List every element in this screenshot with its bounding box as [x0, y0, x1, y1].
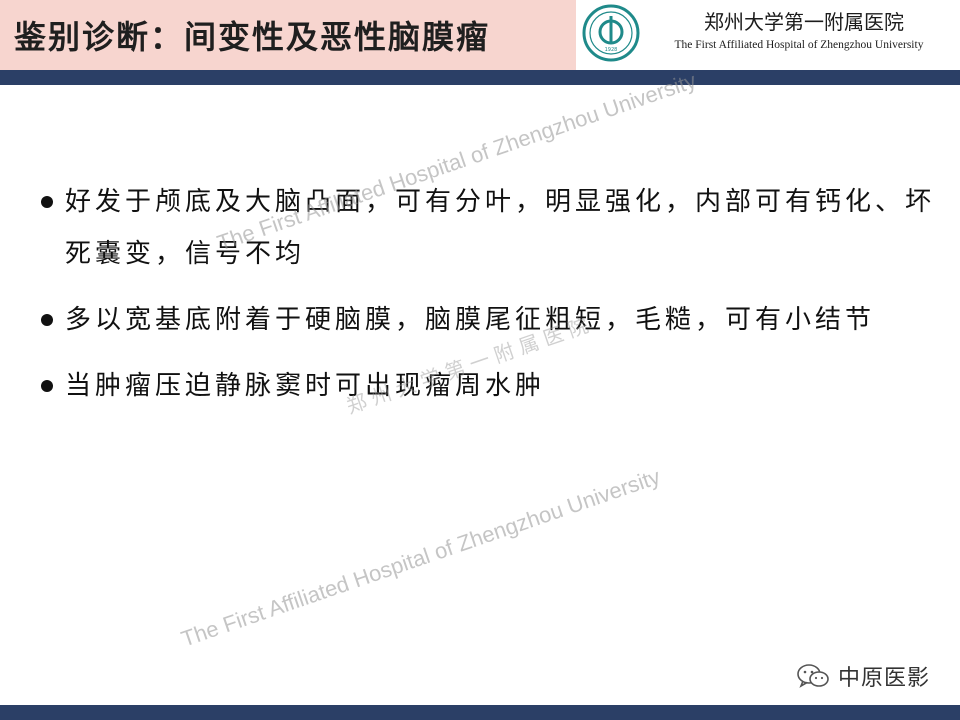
watermark-en-lower: The First Affiliated Hospital of Zhengzh… — [178, 463, 664, 652]
slide-title: 鉴别诊断：间变性及恶性脑膜瘤 — [14, 18, 491, 56]
header-divider-bar — [0, 70, 960, 85]
bullet-item: 多以宽基底附着于硬脑膜，脑膜尾征粗短，毛糙，可有小结节 — [40, 294, 940, 346]
hospital-logo: 1928 郑州大学第一附属医院 The First Affiliated Hos… — [576, 0, 960, 70]
bullet-dot-icon — [41, 314, 53, 326]
source-badge: 中原医影 — [796, 660, 930, 692]
bullet-dot-icon — [41, 196, 53, 208]
wechat-icon — [797, 664, 829, 688]
bullet-list: 好发于颅底及大脑凸面，可有分叶，明显强化，内部可有钙化、坏死囊变，信号不均 多以… — [40, 176, 940, 426]
seal-year: 1928 — [605, 47, 618, 53]
bullet-item: 好发于颅底及大脑凸面，可有分叶，明显强化，内部可有钙化、坏死囊变，信号不均 — [40, 176, 940, 280]
bullet-text: 好发于颅底及大脑凸面，可有分叶，明显强化，内部可有钙化、坏死囊变，信号不均 — [65, 187, 936, 269]
bullet-text: 多以宽基底附着于硬脑膜，脑膜尾征粗短，毛糙，可有小结节 — [65, 305, 876, 335]
hospital-name-en: The First Affiliated Hospital of Zhengzh… — [674, 39, 924, 51]
hospital-seal-icon: 1928 — [582, 4, 640, 62]
bullet-item: 当肿瘤压迫静脉窦时可出现瘤周水肿 — [40, 360, 940, 412]
hospital-name-cn: 郑州大学第一附属医院 — [704, 10, 904, 34]
title-banner: 鉴别诊断：间变性及恶性脑膜瘤 — [0, 0, 576, 70]
footer-bar — [0, 705, 960, 720]
bullet-dot-icon — [41, 380, 53, 392]
source-label: 中原医影 — [837, 666, 930, 691]
bullet-text: 当肿瘤压迫静脉窦时可出现瘤周水肿 — [65, 371, 546, 401]
